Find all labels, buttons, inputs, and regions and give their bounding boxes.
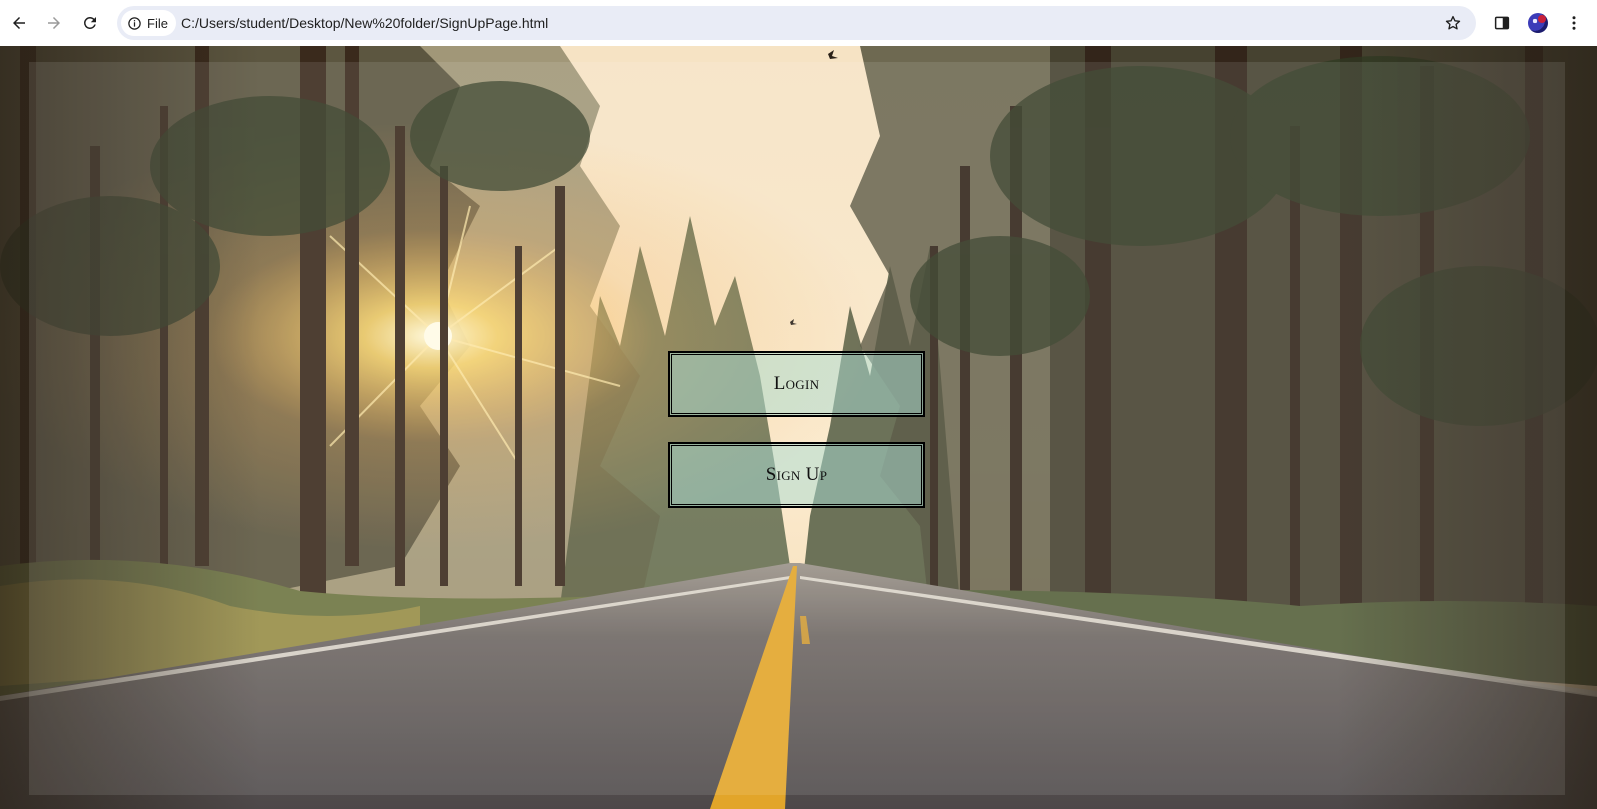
avatar xyxy=(1528,13,1548,33)
reload-icon xyxy=(83,16,96,29)
browser-menu-button[interactable] xyxy=(1560,9,1588,37)
kebab-menu-icon xyxy=(1572,16,1576,30)
site-chip-label: File xyxy=(147,15,168,31)
arrow-left-icon xyxy=(13,17,25,29)
url-text[interactable]: C:/Users/student/Desktop/New%20folder/Si… xyxy=(181,6,548,40)
sign-up-button[interactable]: Sign Up xyxy=(668,442,925,508)
address-bar[interactable]: File C:/Users/student/Desktop/New%20fold… xyxy=(117,6,1476,40)
bookmark-button[interactable] xyxy=(1440,10,1466,36)
sign-up-button-label: Sign Up xyxy=(765,464,828,485)
star-outline-icon xyxy=(1445,15,1461,30)
login-button-label: Login xyxy=(773,373,820,394)
arrow-right-icon xyxy=(48,17,60,29)
site-info-chip[interactable]: File xyxy=(121,10,176,36)
side-panel-icon xyxy=(1494,16,1510,30)
back-button[interactable] xyxy=(5,9,33,37)
side-panel-button[interactable] xyxy=(1488,9,1516,37)
login-button[interactable]: Login xyxy=(668,351,925,417)
browser-toolbar: File C:/Users/student/Desktop/New%20fold… xyxy=(0,0,1597,46)
info-circle-icon xyxy=(128,16,141,30)
reload-button[interactable] xyxy=(76,9,104,37)
page-viewport: Login Sign Up xyxy=(0,46,1597,809)
forward-button[interactable] xyxy=(40,9,68,37)
profile-button[interactable] xyxy=(1524,9,1552,37)
content-panel xyxy=(29,62,1565,795)
